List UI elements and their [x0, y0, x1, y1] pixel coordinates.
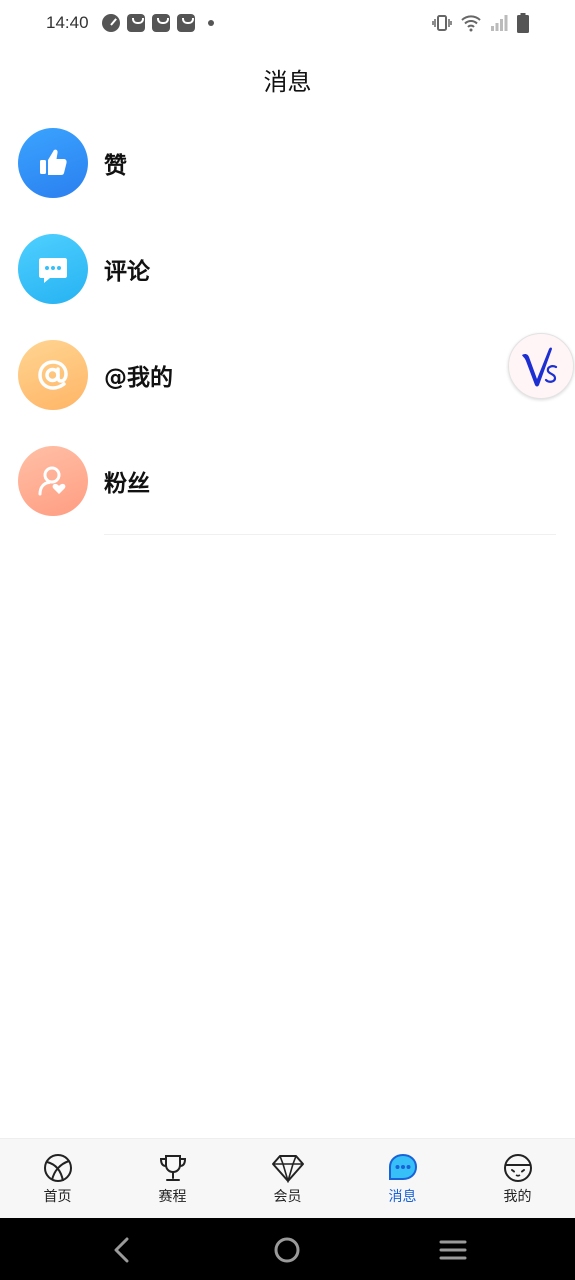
message-item-label: 赞 [104, 153, 127, 179]
chat-bubble-icon [18, 234, 88, 304]
speedometer-icon [102, 14, 120, 32]
message-item-fans[interactable]: 粉丝 [0, 428, 575, 534]
floating-assistant-button[interactable] [508, 333, 574, 399]
system-nav-bar [0, 1218, 575, 1280]
tab-label: 会员 [273, 1189, 302, 1205]
trophy-icon [159, 1155, 186, 1181]
message-item-label: 评论 [104, 259, 150, 285]
tab-label: 消息 [388, 1189, 417, 1205]
fan-user-icon [18, 446, 88, 516]
menu-icon [439, 1240, 467, 1260]
tab-profile[interactable]: 我的 [460, 1139, 575, 1218]
dot-icon [208, 20, 214, 26]
wifi-icon [461, 15, 481, 32]
back-icon [114, 1237, 129, 1263]
basketball-icon [43, 1154, 72, 1182]
at-sign-icon [18, 340, 88, 410]
tab-messages[interactable]: 消息 [345, 1139, 460, 1218]
message-item-comments[interactable]: 评论 [0, 216, 575, 322]
message-item-label: @我的 [104, 365, 173, 391]
face-icon [503, 1154, 532, 1182]
status-time: 14:40 [46, 13, 89, 32]
tab-membership[interactable]: 会员 [230, 1139, 345, 1218]
bottom-tab-bar: 首页 赛程 会员 消息 我的 [0, 1138, 575, 1218]
tab-label: 首页 [43, 1189, 72, 1205]
tab-label: 赛程 [158, 1189, 187, 1205]
bag-icon [127, 14, 145, 32]
menu-button[interactable] [437, 1234, 469, 1266]
home-icon [274, 1237, 300, 1263]
message-bubble-icon [388, 1153, 417, 1180]
vibrate-icon [432, 15, 452, 31]
signal-icon [491, 15, 508, 31]
notification-icons [102, 14, 214, 32]
tab-schedule[interactable]: 赛程 [115, 1139, 230, 1218]
home-button[interactable] [271, 1234, 303, 1266]
page-title: 消息 [263, 68, 312, 96]
bag-icon [177, 14, 195, 32]
vs-logo-icon [522, 347, 558, 387]
bag-icon [152, 14, 170, 32]
tab-home[interactable]: 首页 [0, 1139, 115, 1218]
thumbs-up-icon [18, 128, 88, 198]
status-bar: 14:40 [0, 0, 575, 48]
message-item-likes[interactable]: 赞 [0, 110, 575, 216]
diamond-icon [271, 1155, 304, 1183]
message-item-mentions[interactable]: @我的 [0, 322, 575, 428]
list-divider [104, 534, 556, 535]
system-icons [432, 13, 529, 33]
tab-label: 我的 [503, 1189, 532, 1205]
message-category-list: 赞 评论 @我的 粉丝 [0, 110, 575, 534]
message-item-label: 粉丝 [104, 471, 150, 497]
back-button[interactable] [106, 1234, 138, 1266]
battery-icon [517, 13, 529, 33]
